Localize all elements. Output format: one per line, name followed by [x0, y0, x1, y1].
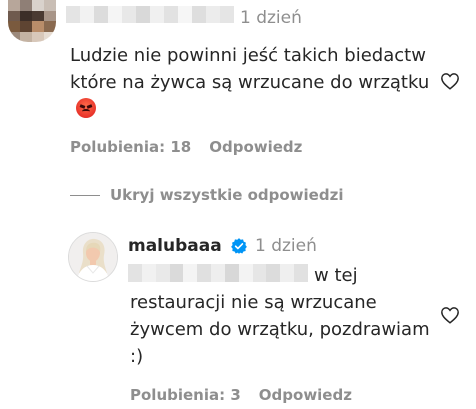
verified-badge-icon: [231, 238, 247, 254]
hide-replies-label: Ukryj wszystkie odpowiedzi: [110, 186, 344, 204]
comment-timestamp: 1 dzień: [240, 8, 302, 28]
reply-text-body: restauracji nie są wrzucane żywcem do wr…: [130, 292, 430, 367]
reply-text-first-line: w tej: [314, 265, 358, 286]
avatar[interactable]: [8, 0, 56, 42]
like-heart-icon[interactable]: [440, 72, 460, 90]
reply-actions: Polubienia: 3 Odpowiedz: [130, 386, 352, 404]
profile-photo: [69, 233, 117, 281]
comment-body: Ludzie nie powinni jeść takich biedactw …: [70, 45, 430, 93]
reply-timestamp: 1 dzień: [255, 236, 317, 256]
comment-text: Ludzie nie powinni jeść takich biedactw …: [70, 42, 440, 123]
pixelated-username[interactable]: [66, 6, 234, 23]
angry-face-icon: [76, 98, 96, 118]
comment-thread: 1 dzień Ludzie nie powinni jeść takich b…: [0, 0, 476, 409]
comment-actions: Polubienia: 18 Odpowiedz: [70, 138, 302, 156]
likes-count-link[interactable]: Polubienia: 3: [130, 386, 241, 404]
avatar[interactable]: [68, 232, 118, 282]
reply-button[interactable]: Odpowiedz: [209, 138, 302, 156]
likes-count-link[interactable]: Polubienia: 18: [70, 138, 191, 156]
hide-replies-button[interactable]: Ukryj wszystkie odpowiedzi: [70, 186, 343, 204]
like-heart-icon[interactable]: [440, 306, 460, 324]
reply-button[interactable]: Odpowiedz: [259, 386, 352, 404]
reply-username[interactable]: malubaaa: [128, 236, 222, 256]
reply-text: w tej restauracji nie są wrzucane żywcem…: [130, 262, 430, 370]
divider-line: [70, 194, 100, 196]
